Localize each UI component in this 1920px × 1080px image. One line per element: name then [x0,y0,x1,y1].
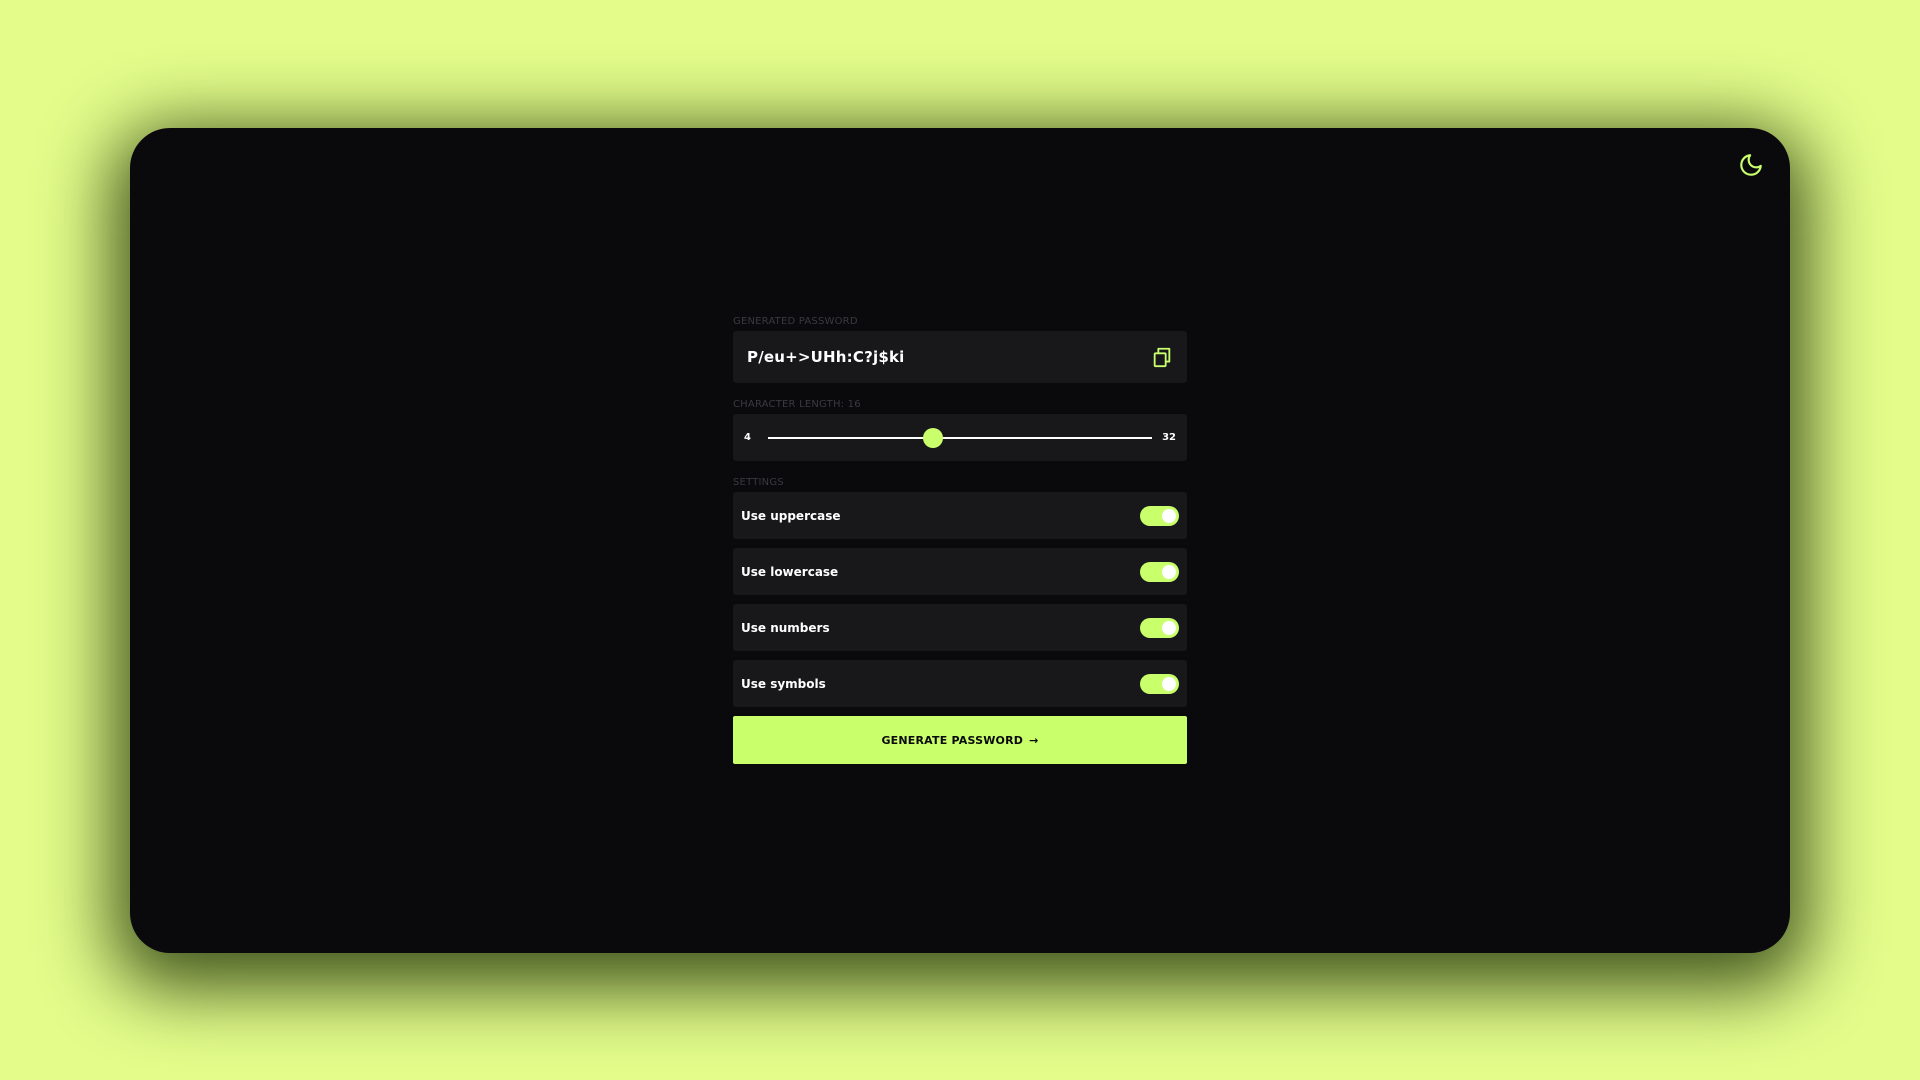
generate-password-button[interactable]: GENERATE PASSWORD → [733,716,1187,764]
copy-icon[interactable] [1151,346,1173,368]
symbols-toggle[interactable] [1140,673,1179,694]
password-display: P/eu+>UHh:C?j$ki [733,331,1187,383]
toggle-knob [1162,620,1176,635]
setting-uppercase: Use uppercase [733,492,1187,539]
numbers-toggle[interactable] [1140,617,1179,638]
toggle-knob [1162,676,1176,691]
password-generator-panel: GENERATED PASSWORD P/eu+>UHh:C?j$ki CHAR… [733,316,1187,764]
toggle-knob [1162,508,1176,523]
setting-symbols: Use symbols [733,660,1187,707]
password-value: P/eu+>UHh:C?j$ki [747,348,905,366]
character-length-label: CHARACTER LENGTH: 16 [733,399,861,410]
length-slider-container: 4 32 [733,414,1187,461]
length-slider-thumb[interactable] [922,427,943,448]
setting-label: Use uppercase [741,508,841,523]
moon-icon[interactable] [1738,152,1764,178]
generated-password-label: GENERATED PASSWORD [733,316,858,327]
settings-label: SETTINGS [733,477,784,488]
toggle-knob [1162,564,1176,579]
length-slider-track[interactable] [768,427,1152,448]
setting-label: Use symbols [741,676,826,691]
setting-label: Use lowercase [741,564,839,579]
uppercase-toggle[interactable] [1140,505,1179,526]
setting-numbers: Use numbers [733,604,1187,651]
lowercase-toggle[interactable] [1140,561,1179,582]
arrow-right-icon: → [1029,733,1039,747]
length-min-label: 4 [744,432,751,443]
setting-label: Use numbers [741,620,830,635]
length-max-label: 32 [1162,432,1176,443]
app-window: GENERATED PASSWORD P/eu+>UHh:C?j$ki CHAR… [130,128,1790,953]
generate-button-label: GENERATE PASSWORD [881,733,1024,747]
setting-lowercase: Use lowercase [733,548,1187,595]
